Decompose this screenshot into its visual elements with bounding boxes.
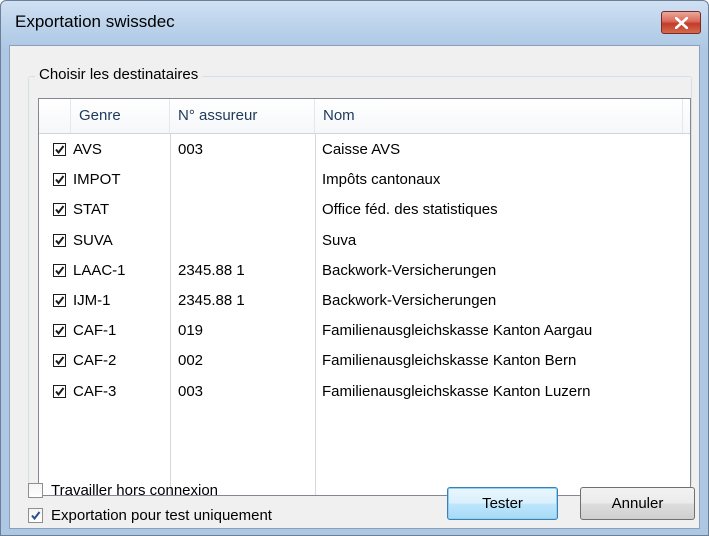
export-dialog: Exportation swissdec Choisir les destina…	[0, 0, 709, 536]
cancel-button[interactable]: Annuler	[580, 487, 695, 520]
close-icon	[675, 17, 688, 29]
row-name: Familienausgleichskasse Kanton Aargau	[322, 322, 593, 340]
row-genre: CAF-2	[73, 352, 117, 370]
column-header-insurer-label: N° assureur	[178, 107, 258, 124]
checkmark-icon	[31, 511, 41, 521]
row-name: Familienausgleichskasse Kanton Bern	[322, 352, 577, 370]
row-insurer: 003	[178, 382, 204, 400]
column-header-name-label: Nom	[323, 107, 355, 124]
row-genre: AVS	[73, 141, 102, 158]
row-name: Backwork-Versicherungen	[322, 292, 497, 309]
row-genre: IJM-1	[73, 292, 111, 309]
row-genre: CAF-3	[73, 382, 117, 400]
window-title: Exportation swissdec	[15, 12, 175, 31]
list-item[interactable]: STAT Office féd. des statistiques	[39, 194, 690, 225]
row-insurer: 003	[178, 141, 204, 158]
checkmark-icon	[55, 356, 65, 366]
row-name: Caisse AVS	[322, 141, 401, 158]
row-name: Familienausgleichskasse Kanton Luzern	[322, 382, 591, 400]
row-checkbox[interactable]	[53, 233, 66, 247]
row-checkbox[interactable]	[53, 354, 66, 368]
row-genre: STAT	[73, 201, 110, 219]
checkmark-icon	[55, 205, 65, 215]
column-header-genre-label: Genre	[79, 107, 121, 124]
row-checkbox[interactable]	[53, 143, 66, 156]
row-name: Suva	[322, 231, 357, 249]
list-item[interactable]: CAF-2 002 Familienausgleichskasse Kanton B…	[39, 345, 690, 376]
checkmark-icon	[55, 386, 65, 396]
offline-label: Travailler hors connexion	[51, 482, 219, 499]
checkmark-icon	[55, 266, 65, 275]
row-checkbox[interactable]	[53, 203, 66, 217]
offline-checkbox[interactable]	[28, 483, 43, 498]
row-genre: SUVA	[73, 231, 113, 249]
checkmark-icon	[55, 235, 65, 245]
row-genre: IMPOT	[73, 171, 121, 189]
row-checkbox[interactable]	[53, 324, 66, 338]
row-checkbox[interactable]	[53, 173, 66, 187]
list-item[interactable]: AVS 003 Caisse AVS	[39, 134, 690, 165]
list-item[interactable]: IJM-1 2345.88 1 Backwork-Versicherungen	[39, 285, 690, 316]
row-checkbox[interactable]	[53, 263, 66, 277]
test-button[interactable]: Tester	[447, 487, 558, 520]
row-name: Backwork-Versicherungen	[322, 261, 497, 279]
list-item[interactable]: CAF-1 019 Familienausgleichskasse Kanton A…	[39, 315, 690, 346]
recipients-group-label: Choisir les destinataires	[35, 66, 203, 83]
row-name: Office féd. des statistiques	[322, 201, 498, 219]
row-genre: CAF-1	[73, 322, 117, 340]
checkmark-icon	[55, 145, 65, 155]
row-genre: LAAC-1	[73, 261, 126, 279]
list-item[interactable]: SUVA Suva	[39, 225, 690, 256]
close-button[interactable]	[661, 11, 701, 34]
checkmark-icon	[55, 296, 65, 306]
checkmark-icon	[55, 175, 65, 185]
row-insurer: 019	[178, 322, 204, 340]
test-only-label: Exportation pour test uniquement	[51, 507, 272, 524]
test-only-checkbox[interactable]	[28, 508, 43, 523]
header-spacer	[39, 99, 71, 133]
list-header: Genre N° assureur Nom	[39, 99, 690, 134]
recipients-list[interactable]: Genre N° assureur Nom AVS 003 Caisse AVS IM…	[38, 98, 691, 496]
column-header-name[interactable]: Nom	[315, 99, 683, 133]
row-insurer: 2345.88 1	[178, 292, 245, 309]
list-item[interactable]: IMPOT Impôts cantonaux	[39, 164, 690, 195]
row-name: Impôts cantonaux	[322, 171, 441, 189]
list-item[interactable]: LAAC-1 2345.88 1 Backwork-Versicherungen	[39, 255, 690, 286]
dialog-body: Choisir les destinataires Genre N° assur…	[9, 45, 700, 529]
row-insurer: 002	[178, 352, 204, 370]
list-item[interactable]: CAF-3 003 Familienausgleichskasse Kanton L…	[39, 376, 690, 407]
row-checkbox[interactable]	[53, 294, 66, 307]
column-header-insurer[interactable]: N° assureur	[170, 99, 315, 133]
row-checkbox[interactable]	[53, 384, 66, 398]
checkmark-icon	[55, 326, 65, 336]
column-header-genre[interactable]: Genre	[71, 99, 170, 133]
row-insurer: 2345.88 1	[178, 261, 245, 279]
title-bar[interactable]: Exportation swissdec	[1, 1, 708, 45]
